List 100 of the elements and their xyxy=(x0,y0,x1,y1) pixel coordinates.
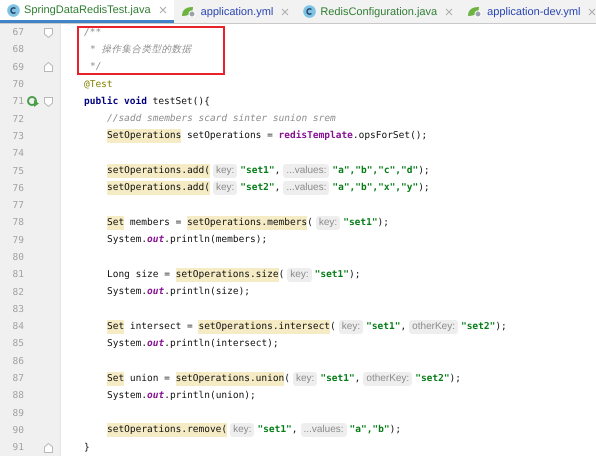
line-number: 81 xyxy=(12,269,24,280)
code-text: .println(size); xyxy=(164,285,250,300)
line-number: 90 xyxy=(12,424,24,436)
string-literal: "set1" xyxy=(320,372,355,386)
run-icon[interactable] xyxy=(26,96,40,108)
parameter-hint: ...values: xyxy=(300,423,347,438)
code-text: ); xyxy=(418,164,430,178)
highlighted-code: setOperations.add( xyxy=(107,164,210,178)
fold-icon[interactable] xyxy=(44,442,52,453)
code-text: ( xyxy=(278,268,284,282)
parameter-hint: key: xyxy=(212,164,238,178)
code-text: setOperations = xyxy=(187,129,273,144)
code-text: ( xyxy=(307,216,313,230)
editor-tab[interactable]: application-dev.yml xyxy=(460,0,596,23)
code-text: ); xyxy=(378,216,389,230)
code-text: .println(intersect); xyxy=(164,336,279,351)
string-literal: "set2" xyxy=(415,372,450,386)
highlighted-code: setOperations.members xyxy=(187,216,308,230)
highlighted-code: setOperations.add( xyxy=(107,181,210,196)
line-number: 78 xyxy=(12,217,24,228)
code-text: ); xyxy=(418,181,430,196)
leaf-gear-icon xyxy=(180,5,197,18)
line-number: 77 xyxy=(12,200,24,212)
code-comment: /** xyxy=(84,26,102,40)
line-number: 88 xyxy=(12,390,24,402)
close-icon[interactable] xyxy=(588,8,596,16)
highlighted-code: SetOperations xyxy=(107,129,182,144)
string-literal: "set1" xyxy=(343,216,378,230)
code-text: .opsForSet(); xyxy=(352,129,428,144)
parameter-hint: ...values: xyxy=(283,164,330,178)
class-file-icon xyxy=(303,5,316,18)
editor-tab[interactable]: SpringDataRedisTest.java xyxy=(0,0,174,23)
line-number: 67 xyxy=(12,27,24,38)
editor-tab[interactable]: RedisConfiguration.java xyxy=(296,0,460,23)
parameter-hint: key: xyxy=(293,372,318,386)
code-comment: * 操作集合类型的数据 xyxy=(90,42,192,57)
highlighted-code: Set xyxy=(107,372,124,386)
highlighted-code: setOperations.union xyxy=(176,372,284,386)
code-text: , xyxy=(400,320,406,334)
static-field: out xyxy=(147,233,164,248)
string-literal: "set2" xyxy=(460,320,496,334)
code-text: ( xyxy=(284,372,290,386)
parameter-hint: key: xyxy=(316,216,340,230)
line-number: 89 xyxy=(12,408,24,419)
line-number: 70 xyxy=(12,79,24,90)
code-text: ); xyxy=(348,268,360,282)
close-icon[interactable] xyxy=(158,6,167,14)
highlighted-code: setOperations.size xyxy=(176,268,279,282)
code-text: Long size = xyxy=(107,268,170,282)
string-literal: "a","b" xyxy=(350,423,390,438)
code-text: intersect = xyxy=(130,320,193,334)
fold-icon[interactable] xyxy=(44,62,52,72)
class-file-icon xyxy=(7,4,20,16)
fold-icon[interactable] xyxy=(44,28,52,38)
fold-icon[interactable] xyxy=(44,96,52,107)
code-text: union = xyxy=(130,372,170,386)
line-number: 85 xyxy=(12,338,24,350)
keyword: public void xyxy=(84,94,147,109)
code-text: ); xyxy=(390,423,402,438)
line-number: 73 xyxy=(12,130,24,142)
highlighted-code: Set xyxy=(107,320,124,334)
line-number: 79 xyxy=(12,234,24,246)
code-text: } xyxy=(84,440,90,455)
static-field: out xyxy=(147,336,164,351)
line-number: 86 xyxy=(12,356,24,367)
code-text: System. xyxy=(107,285,148,300)
string-literal: "set1" xyxy=(257,423,292,438)
highlighted-code: Set xyxy=(107,216,124,230)
line-number: 83 xyxy=(12,304,24,315)
line-number: 72 xyxy=(12,114,24,125)
editor-tab[interactable]: application.yml xyxy=(174,0,296,23)
code-text: ); xyxy=(450,372,461,386)
code-text: ); xyxy=(495,320,507,334)
string-literal: "set1" xyxy=(366,320,400,334)
code-comment: //sadd smembers scard sinter sunion srem xyxy=(107,112,336,126)
line-number: 76 xyxy=(12,182,24,194)
line-number: 84 xyxy=(12,321,24,332)
line-number: 82 xyxy=(12,286,24,298)
string-literal: "a","b","c","d" xyxy=(332,164,418,178)
highlighted-code: setOperations.remove( xyxy=(107,423,228,438)
parameter-hint: key: xyxy=(212,181,238,196)
code-text: ( xyxy=(330,320,336,334)
string-literal: "set2" xyxy=(240,181,275,196)
line-number: 68 xyxy=(12,44,24,56)
close-icon[interactable] xyxy=(281,8,290,16)
highlighted-code: setOperations.intersect xyxy=(198,320,330,334)
string-literal: "set1" xyxy=(240,164,275,178)
code-text: .println(union); xyxy=(164,388,256,403)
code-text: .println(members); xyxy=(164,233,268,248)
static-field: out xyxy=(147,285,164,300)
code-text: System. xyxy=(107,336,148,351)
code-text: , xyxy=(354,372,360,386)
code-text: System. xyxy=(107,388,148,403)
line-number: 75 xyxy=(12,166,24,177)
line-number: 80 xyxy=(12,252,24,263)
close-icon[interactable] xyxy=(445,8,454,16)
parameter-hint: key: xyxy=(287,268,312,282)
code-text: , xyxy=(292,423,298,438)
line-number: 69 xyxy=(12,62,24,73)
field-name: redisTemplate xyxy=(278,129,353,144)
